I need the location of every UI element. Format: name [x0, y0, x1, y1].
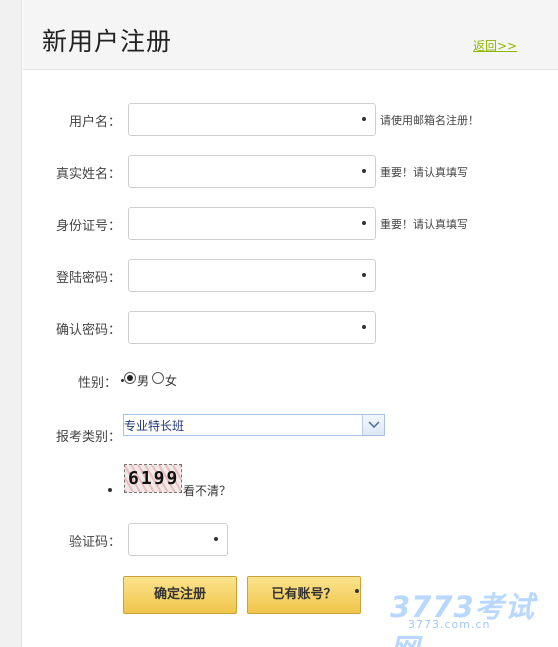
- captcha-refresh-link[interactable]: 看不清？: [183, 482, 231, 499]
- realname-row: 真实姓名： 重要！请认真填写: [23, 155, 558, 189]
- dropdown-arrow[interactable]: [362, 415, 384, 435]
- username-input[interactable]: [128, 103, 376, 136]
- gender-female-label[interactable]: 女: [165, 372, 177, 389]
- watermark-logo: 3773考试网 3773.com.cn: [390, 584, 550, 647]
- gender-male-radio[interactable]: [124, 372, 136, 384]
- idnumber-input[interactable]: [128, 207, 376, 240]
- input-dot: [362, 169, 366, 173]
- realname-label: 真实姓名：: [55, 167, 121, 182]
- chevron-down-icon: [368, 421, 380, 429]
- input-dot: [362, 221, 366, 225]
- input-dot: [362, 325, 366, 329]
- page-header: 新用户注册 返回>>: [23, 0, 558, 70]
- gender-label: 性别：: [77, 376, 117, 391]
- username-hint: 请使用邮箱名注册！: [380, 114, 479, 127]
- idnumber-hint: 重要！请认真填写: [380, 218, 468, 231]
- watermark-sub-text: 3773.com.cn: [408, 618, 491, 631]
- input-dot: [362, 117, 366, 121]
- idnumber-label: 身份证号：: [55, 219, 121, 234]
- gender-row: 性别： 男 女: [23, 368, 558, 392]
- username-row: 用户名： 请使用邮箱名注册！: [23, 103, 558, 137]
- verify-code-label: 验证码：: [68, 535, 121, 550]
- gender-male-label[interactable]: 男: [137, 372, 149, 389]
- confirm-password-row: 确认密码：: [23, 311, 558, 345]
- realname-hint: 重要！请认真填写: [380, 166, 468, 179]
- username-label: 用户名：: [68, 115, 121, 130]
- verify-code-row: 验证码：: [23, 523, 558, 557]
- has-account-button[interactable]: 已有账号？: [247, 576, 361, 614]
- confirm-password-input[interactable]: [128, 311, 376, 344]
- captcha-row: 6199 看不清？: [23, 462, 558, 499]
- back-link[interactable]: 返回>>: [473, 37, 517, 54]
- confirm-password-label: 确认密码：: [55, 323, 121, 338]
- realname-input[interactable]: [128, 155, 376, 188]
- page-title: 新用户注册: [42, 27, 173, 56]
- input-dot: [362, 273, 366, 277]
- category-label: 报考类别：: [55, 430, 121, 445]
- left-border: [0, 0, 22, 647]
- password-row: 登陆密码：: [23, 259, 558, 293]
- password-input[interactable]: [128, 259, 376, 292]
- input-dot: [214, 537, 218, 541]
- verify-code-input[interactable]: [128, 523, 228, 556]
- watermark-main-text: 3773考试网: [390, 590, 535, 647]
- category-selected-value: 专业特长班: [124, 419, 185, 433]
- idnumber-row: 身份证号： 重要！请认真填写: [23, 207, 558, 241]
- bullet-dot: [108, 488, 112, 492]
- captcha-code: 6199: [128, 468, 180, 489]
- gender-female-radio[interactable]: [152, 372, 164, 384]
- captcha-image[interactable]: 6199: [124, 464, 182, 493]
- submit-register-button[interactable]: 确定注册: [123, 576, 237, 614]
- bullet-dot: [355, 589, 359, 593]
- category-select[interactable]: 专业特长班: [123, 414, 385, 436]
- password-label: 登陆密码：: [55, 271, 121, 286]
